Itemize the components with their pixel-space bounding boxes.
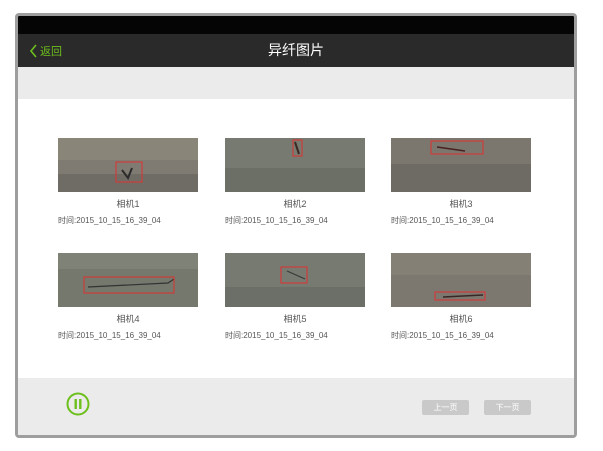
camera-time: 时间:2015_10_15_16_39_04 xyxy=(225,331,328,340)
status-strip xyxy=(18,16,574,34)
camera-card-3[interactable]: 相机3 时间:2015_10_15_16_39_04 xyxy=(391,138,531,226)
camera-time: 时间:2015_10_15_16_39_04 xyxy=(391,216,494,225)
camera-time: 时间:2015_10_15_16_39_04 xyxy=(58,216,161,225)
pause-icon xyxy=(66,392,90,416)
footer-bar: 上一页 下一页 xyxy=(18,378,574,435)
camera-card-1[interactable]: 相机1 时间:2015_10_15_16_39_04 xyxy=(58,138,198,226)
toolbar-strip xyxy=(18,67,574,99)
camera-time: 时间:2015_10_15_16_39_04 xyxy=(225,216,328,225)
prev-page-button[interactable]: 上一页 xyxy=(422,400,469,415)
camera-image-2[interactable] xyxy=(225,138,365,192)
next-page-button[interactable]: 下一页 xyxy=(484,400,531,415)
camera-label: 相机6 xyxy=(449,314,473,324)
camera-card-5[interactable]: 相机5 时间:2015_10_15_16_39_04 xyxy=(225,253,365,341)
camera-label: 相机2 xyxy=(283,199,307,209)
camera-image-1[interactable] xyxy=(58,138,198,192)
camera-label: 相机4 xyxy=(116,314,140,324)
camera-card-2[interactable]: 相机2 时间:2015_10_15_16_39_04 xyxy=(225,138,365,226)
camera-image-5[interactable] xyxy=(225,253,365,307)
chevron-left-icon xyxy=(28,43,38,59)
back-label: 返回 xyxy=(40,45,62,58)
camera-time: 时间:2015_10_15_16_39_04 xyxy=(58,331,161,340)
pause-button[interactable] xyxy=(66,392,90,416)
camera-label: 相机1 xyxy=(116,199,140,209)
camera-image-3[interactable] xyxy=(391,138,531,192)
camera-label: 相机5 xyxy=(283,314,307,324)
camera-label: 相机3 xyxy=(449,199,473,209)
camera-image-6[interactable] xyxy=(391,253,531,307)
camera-card-4[interactable]: 相机4 时间:2015_10_15_16_39_04 xyxy=(58,253,198,341)
camera-time: 时间:2015_10_15_16_39_04 xyxy=(391,331,494,340)
title-bar: 异纤图片 返回 xyxy=(18,34,574,67)
camera-image-4[interactable] xyxy=(58,253,198,307)
app-window: 异纤图片 返回 相机1 时间:2015_10_15_16_39_04 相机2 时… xyxy=(15,13,577,438)
page-title: 异纤图片 xyxy=(268,42,324,58)
back-button[interactable]: 返回 xyxy=(28,34,62,67)
camera-card-6[interactable]: 相机6 时间:2015_10_15_16_39_04 xyxy=(391,253,531,341)
